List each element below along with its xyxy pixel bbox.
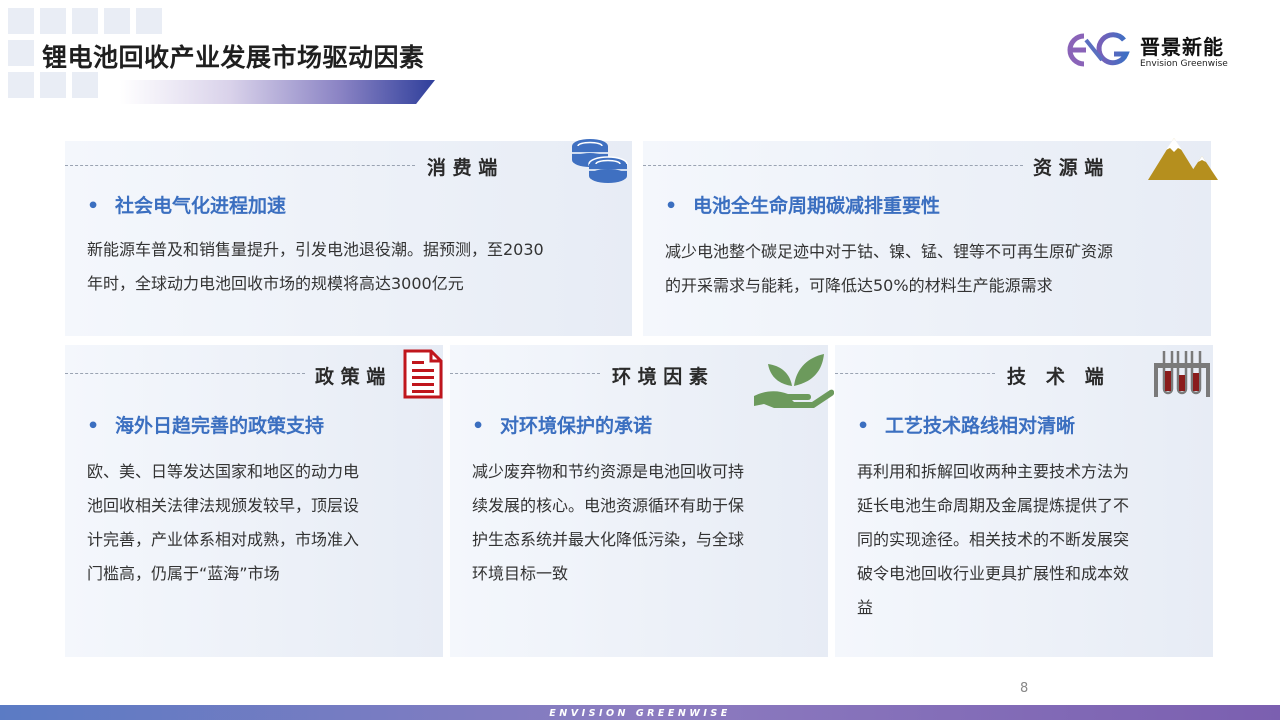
card-body: 减少废弃物和节约资源是电池回收可持 续发展的核心。电池资源循环有助于保 护生态系… bbox=[472, 455, 744, 591]
decor-square bbox=[40, 72, 66, 98]
coins-icon bbox=[572, 139, 628, 183]
card-body: 欧、美、日等发达国家和地区的动力电 池回收相关法律法规颁发较早，顶层设 计完善，… bbox=[87, 455, 359, 591]
bullet-text: 对环境保护的承诺 bbox=[500, 415, 653, 437]
card-title: 政 策 端 bbox=[315, 366, 386, 388]
card-bullet: • 电池全生命周期碳减排重要性 bbox=[665, 195, 941, 217]
body-line: 年时，全球动力电池回收市场的规模将高达3000亿元 bbox=[87, 274, 464, 293]
mountain-icon bbox=[1148, 138, 1218, 180]
card-bullet: • 社会电气化进程加速 bbox=[87, 195, 287, 217]
bullet-text: 工艺技术路线相对清晰 bbox=[885, 415, 1076, 437]
decor-square bbox=[72, 8, 98, 34]
card-title: 资 源 端 bbox=[1033, 157, 1104, 179]
card-title: 技 术 端 bbox=[1007, 366, 1104, 388]
plant-hand-icon bbox=[754, 354, 834, 408]
body-line: 益 bbox=[857, 598, 874, 617]
page-number: 8 bbox=[1020, 681, 1029, 696]
body-line: 护生态系统并最大化降低污染，与全球 bbox=[472, 530, 745, 549]
brand-logo: 晋景新能 Envision Greenwise bbox=[1062, 30, 1242, 72]
body-line: 同的实现途径。相关技术的不断发展突 bbox=[857, 530, 1130, 549]
test-tubes-icon bbox=[1154, 351, 1210, 397]
body-line: 的开采需求与能耗，可降低达50%的材料生产能源需求 bbox=[665, 276, 1053, 295]
body-line: 减少废弃物和节约资源是电池回收可持 bbox=[472, 462, 745, 481]
body-line: 再利用和拆解回收两种主要技术方法为 bbox=[857, 462, 1130, 481]
footer-brand-text: ENVISION GREENWISE bbox=[549, 708, 731, 719]
card-title: 环 境 因 素 bbox=[612, 366, 708, 388]
bullet-text: 社会电气化进程加速 bbox=[115, 195, 287, 217]
title-underline-bar bbox=[120, 80, 435, 104]
card-body: 新能源车普及和销售量提升，引发电池退役潮。据预测，至2030 年时，全球动力电池… bbox=[87, 233, 544, 301]
logo-chinese-name: 晋景新能 bbox=[1140, 35, 1224, 59]
decor-square bbox=[136, 8, 162, 34]
card-policy: 政 策 端 • 海外日趋完善的政策支持 欧、美、日等发达国家和地区的动力电 池回收… bbox=[65, 345, 443, 657]
decor-square bbox=[104, 8, 130, 34]
body-line: 减少电池整个碳足迹中对于钴、镍、锰、锂等不可再生原矿资源 bbox=[665, 242, 1114, 261]
body-line: 欧、美、日等发达国家和地区的动力电 bbox=[87, 462, 360, 481]
decor-square bbox=[40, 8, 66, 34]
bullet-text: 海外日趋完善的政策支持 bbox=[115, 415, 325, 437]
page-title: 锂电池回收产业发展市场驱动因素 bbox=[42, 43, 425, 72]
logo-english-name: Envision Greenwise bbox=[1140, 59, 1228, 69]
decor-square bbox=[72, 72, 98, 98]
envision-logo-icon bbox=[1067, 32, 1130, 67]
dashed-divider bbox=[835, 373, 995, 374]
body-line: 池回收相关法律法规颁发较早，顶层设 bbox=[87, 496, 360, 515]
dashed-divider bbox=[65, 165, 415, 166]
body-line: 续发展的核心。电池资源循环有助于保 bbox=[472, 496, 745, 515]
card-bullet: • 对环境保护的承诺 bbox=[472, 415, 653, 437]
document-icon bbox=[403, 349, 443, 399]
bullet-text: 电池全生命周期碳减排重要性 bbox=[693, 195, 941, 217]
body-line: 新能源车普及和销售量提升，引发电池退役潮。据预测，至2030 bbox=[87, 240, 544, 259]
decor-square bbox=[8, 72, 34, 98]
dashed-divider bbox=[450, 373, 600, 374]
decor-square bbox=[8, 40, 34, 66]
card-body: 再利用和拆解回收两种主要技术方法为 延长电池生命周期及金属提炼提供了不 同的实现… bbox=[857, 455, 1129, 625]
body-line: 破令电池回收行业更具扩展性和成本效 bbox=[857, 564, 1130, 583]
body-line: 门槛高，仍属于“蓝海”市场 bbox=[87, 564, 280, 583]
card-bullet: • 工艺技术路线相对清晰 bbox=[857, 415, 1076, 437]
body-line: 计完善，产业体系相对成熟，市场准入 bbox=[87, 530, 360, 549]
card-consumer: 消 费 端 • 社会电气化进程加速 新能源车普及和销售量提升，引发电池退役潮。据预… bbox=[65, 141, 632, 336]
card-resource: 资 源 端 • 电池全生命周期碳减排重要性 减少电池整个碳足迹中对于钴、镍、锰、锂… bbox=[643, 141, 1211, 336]
body-line: 延长电池生命周期及金属提炼提供了不 bbox=[857, 496, 1130, 515]
dashed-divider bbox=[65, 373, 305, 374]
body-line: 环境目标一致 bbox=[472, 564, 569, 583]
decor-square bbox=[8, 8, 34, 34]
card-body: 减少电池整个碳足迹中对于钴、镍、锰、锂等不可再生原矿资源 的开采需求与能耗，可降… bbox=[665, 235, 1113, 303]
card-title: 消 费 端 bbox=[427, 157, 498, 179]
card-bullet: • 海外日趋完善的政策支持 bbox=[87, 415, 325, 437]
dashed-divider bbox=[643, 165, 1023, 166]
